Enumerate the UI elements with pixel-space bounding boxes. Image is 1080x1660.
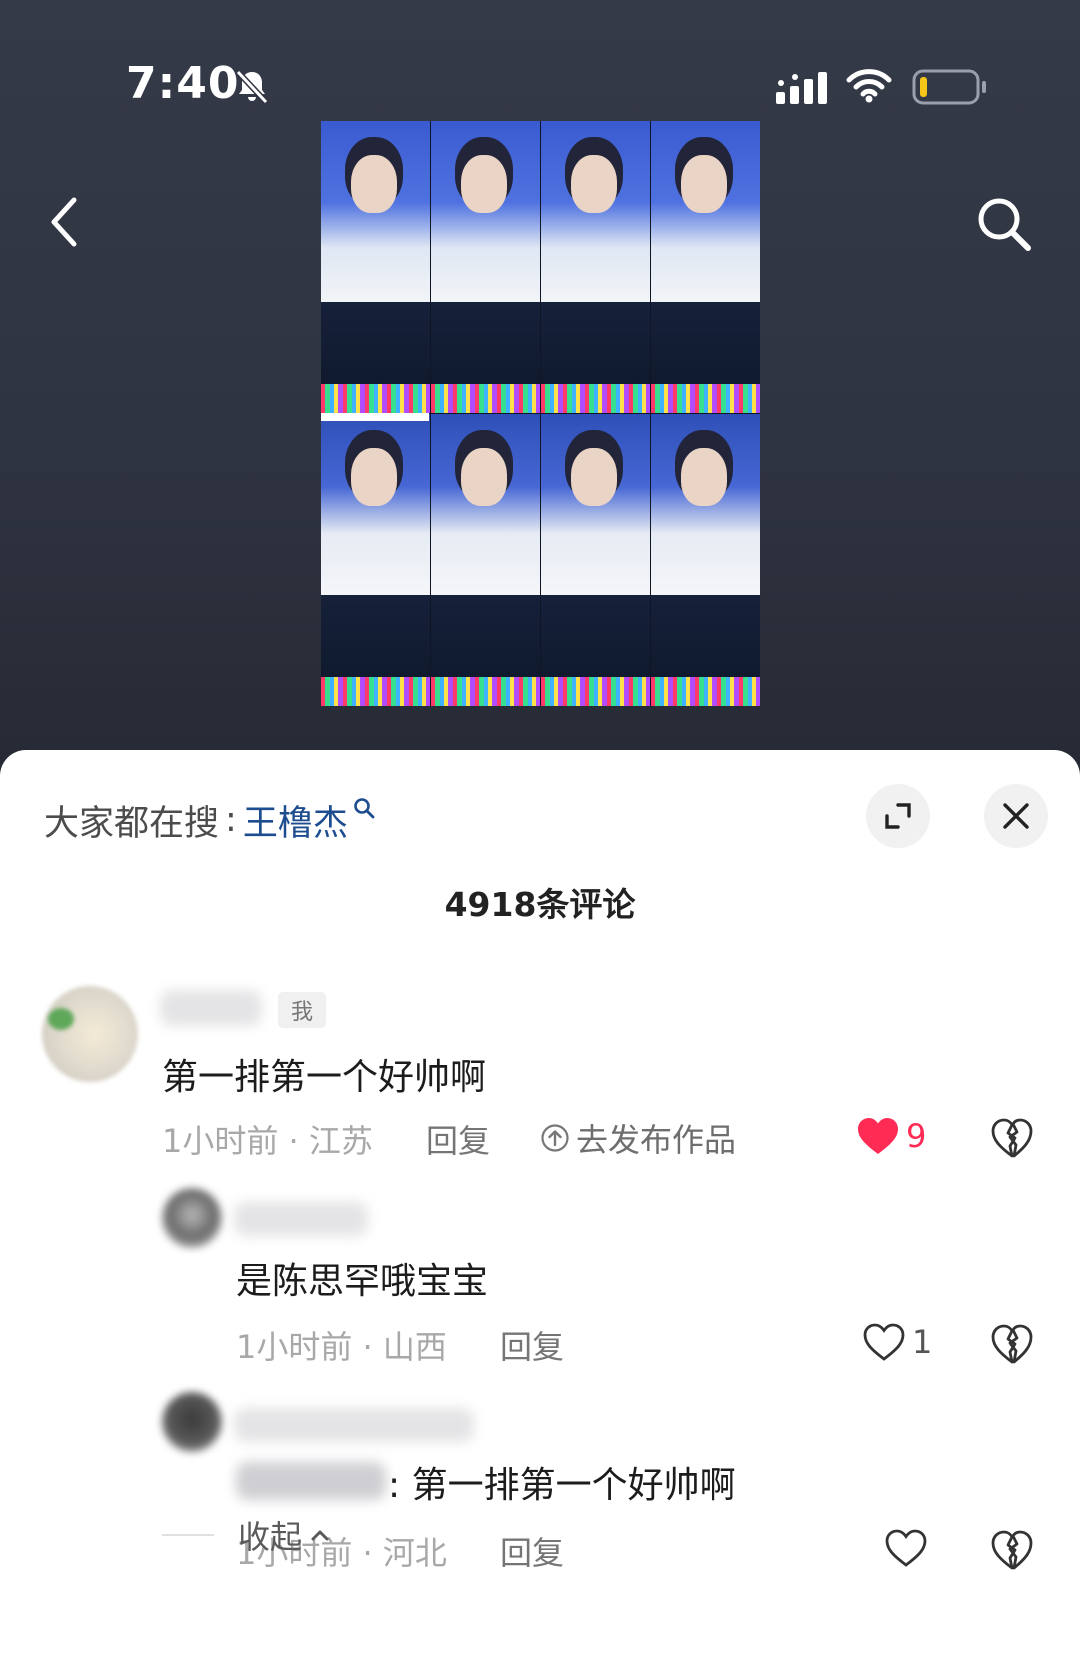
collapse-replies-button[interactable]: 收起 (162, 1510, 332, 1560)
search-icon[interactable] (972, 192, 1036, 256)
reply-text[interactable]: : 第一排第一个好帅啊 (388, 1456, 736, 1508)
like-count: 1 (912, 1323, 933, 1361)
avatar[interactable] (162, 1188, 222, 1248)
photo-cell (431, 121, 540, 413)
like-button[interactable] (884, 1528, 934, 1568)
upload-circle-icon (541, 1124, 569, 1152)
hot-search-colon: : (225, 800, 237, 840)
photo-cell (651, 414, 760, 706)
battery-low-icon (912, 69, 986, 105)
username-blurred[interactable] (160, 990, 262, 1026)
mentioned-user-blurred[interactable] (236, 1462, 386, 1500)
like-count: 9 (906, 1117, 927, 1155)
comment-text[interactable]: 第一排第一个好帅啊 (162, 1048, 486, 1100)
chevron-up-icon (311, 1530, 329, 1541)
photo-cell (541, 414, 650, 706)
photo-cell (651, 121, 760, 413)
reply-text[interactable]: 是陈思罕哦宝宝 (236, 1252, 488, 1304)
photo-cell (541, 121, 650, 413)
photo-cell (321, 121, 430, 413)
hot-search-bar: 大家都在搜 : 王橹杰 (44, 792, 376, 848)
comment-time-location: 1小时前 · 江苏 (162, 1122, 373, 1160)
collapse-divider (162, 1534, 214, 1536)
photo-cell (321, 414, 430, 706)
close-button[interactable] (984, 784, 1048, 848)
like-button[interactable]: 1 (862, 1322, 932, 1362)
comment-count: 4918条评论 (444, 885, 636, 924)
status-time: 7:40 (126, 58, 240, 109)
heart-outline-icon (863, 1323, 905, 1361)
comments-sheet: 大家都在搜 : 王橹杰 4918条评论 我 第一排第一个好帅啊 1小时前 · 江… (0, 750, 1080, 1660)
photo-cell (431, 414, 540, 706)
expand-button[interactable] (866, 784, 930, 848)
photo-divider (321, 413, 429, 421)
chevron-left-icon[interactable] (40, 192, 90, 252)
cellular-signal-icon (776, 72, 827, 104)
reply-button[interactable]: 回复 (500, 1528, 564, 1574)
broken-heart-icon[interactable] (990, 1116, 1034, 1160)
avatar[interactable] (42, 986, 138, 1082)
hot-search-keyword[interactable]: 王橹杰 (243, 795, 348, 846)
heart-filled-icon (858, 1118, 898, 1154)
expand-icon (885, 803, 911, 829)
like-button[interactable]: 9 (856, 1116, 926, 1156)
broken-heart-icon[interactable] (990, 1322, 1034, 1366)
search-icon[interactable] (352, 796, 376, 820)
photo-row (321, 414, 760, 706)
broken-heart-icon[interactable] (990, 1528, 1034, 1572)
publish-work-button[interactable]: 去发布作品 (540, 1116, 736, 1160)
me-badge: 我 (278, 992, 326, 1028)
bell-muted-icon (235, 69, 269, 105)
username-blurred[interactable] (234, 1408, 474, 1442)
post-image[interactable] (321, 121, 760, 706)
username-blurred[interactable] (234, 1202, 368, 1236)
collapse-label: 收起 (238, 1518, 303, 1556)
status-bar: 7:40 (0, 0, 1080, 110)
wifi-icon (846, 69, 892, 103)
publish-work-label: 去发布作品 (576, 1121, 737, 1159)
close-icon (1003, 803, 1029, 829)
reply-button[interactable]: 回复 (500, 1322, 564, 1368)
hot-search-prefix: 大家都在搜 (44, 803, 220, 844)
avatar[interactable] (162, 1392, 222, 1452)
heart-outline-icon (885, 1529, 927, 1567)
photo-row (321, 121, 760, 413)
reply-button[interactable]: 回复 (426, 1116, 490, 1162)
reply-time-location: 1小时前 · 山西 (236, 1328, 447, 1366)
